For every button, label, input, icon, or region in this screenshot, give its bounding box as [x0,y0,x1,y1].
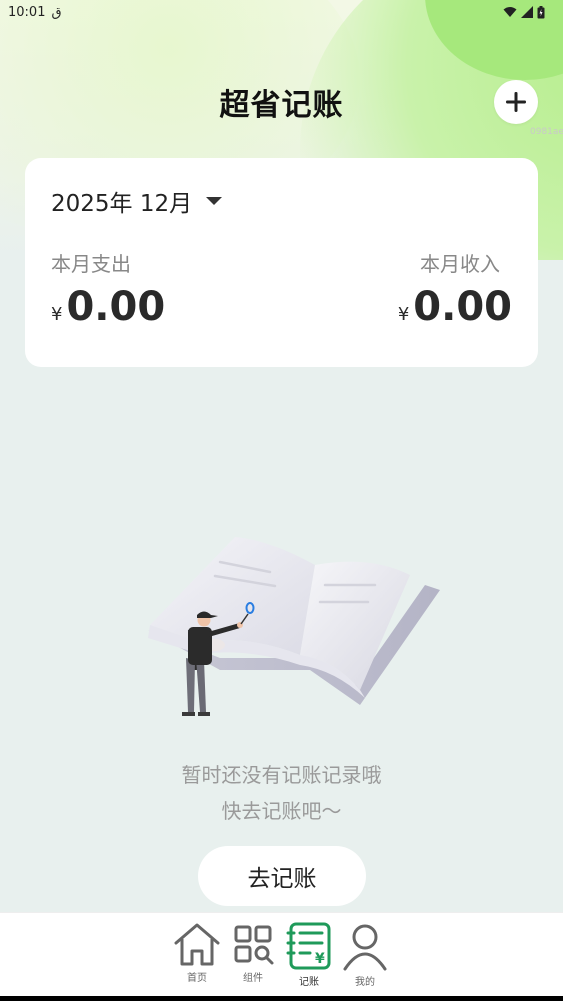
debug-tag: 0981ae [530,127,563,137]
income-label: 本月收入 [420,252,500,276]
signal-icon [521,6,533,18]
tab-profile-label: 我的 [355,977,375,988]
go-record-button[interactable]: 去记账 [198,846,366,906]
empty-message-line2: 快去记账吧～ [221,799,342,823]
home-icon [174,923,220,966]
tab-widgets-label: 组件 [243,973,263,984]
tab-profile[interactable]: 我的 [338,921,392,988]
currency-symbol: ¥ [397,304,410,325]
currency-symbol: ¥ [51,304,63,325]
gesture-bar [0,996,563,1001]
empty-message-line1: 暂时还没有记账记录哦 [181,763,382,787]
expense-value: ¥ 0.00 [51,284,165,330]
add-button[interactable] [494,80,538,124]
month-selector[interactable]: 2025年 12月 [51,184,223,218]
summary-card: 2025年 12月 本月支出 本月收入 ¥ 0.00 ¥ 0.00 [25,158,538,367]
month-label: 2025年 12月 [51,191,193,217]
ledger-icon: ¥ [286,922,331,970]
svg-text:¥: ¥ [315,951,325,967]
tab-ledger-label: 记账 [299,977,319,988]
battery-icon [537,5,545,18]
caret-down-icon [206,197,223,205]
expense-label: 本月支出 [51,252,131,276]
user-icon [343,924,387,971]
plus-icon [506,92,526,112]
widgets-icon [234,925,274,965]
page-title: 超省记账 [219,88,344,123]
tab-home-label: 首页 [187,973,207,984]
status-bar: 10:01 ق [0,0,563,24]
wifi-icon [503,7,517,17]
status-carrier: ق [51,4,62,20]
tab-home[interactable]: 首页 [170,921,224,984]
tab-widgets[interactable]: 组件 [226,921,280,984]
status-time: 10:01 [8,4,46,20]
empty-book-illustration [148,537,440,716]
income-amount: 0.00 [413,284,512,330]
bottom-tab-bar: 首页 组件 ¥ 记账 我的 [0,912,563,1001]
expense-amount: 0.00 [66,284,166,330]
income-value: ¥ 0.00 [398,284,512,330]
tab-ledger[interactable]: ¥ 记账 [282,921,336,988]
